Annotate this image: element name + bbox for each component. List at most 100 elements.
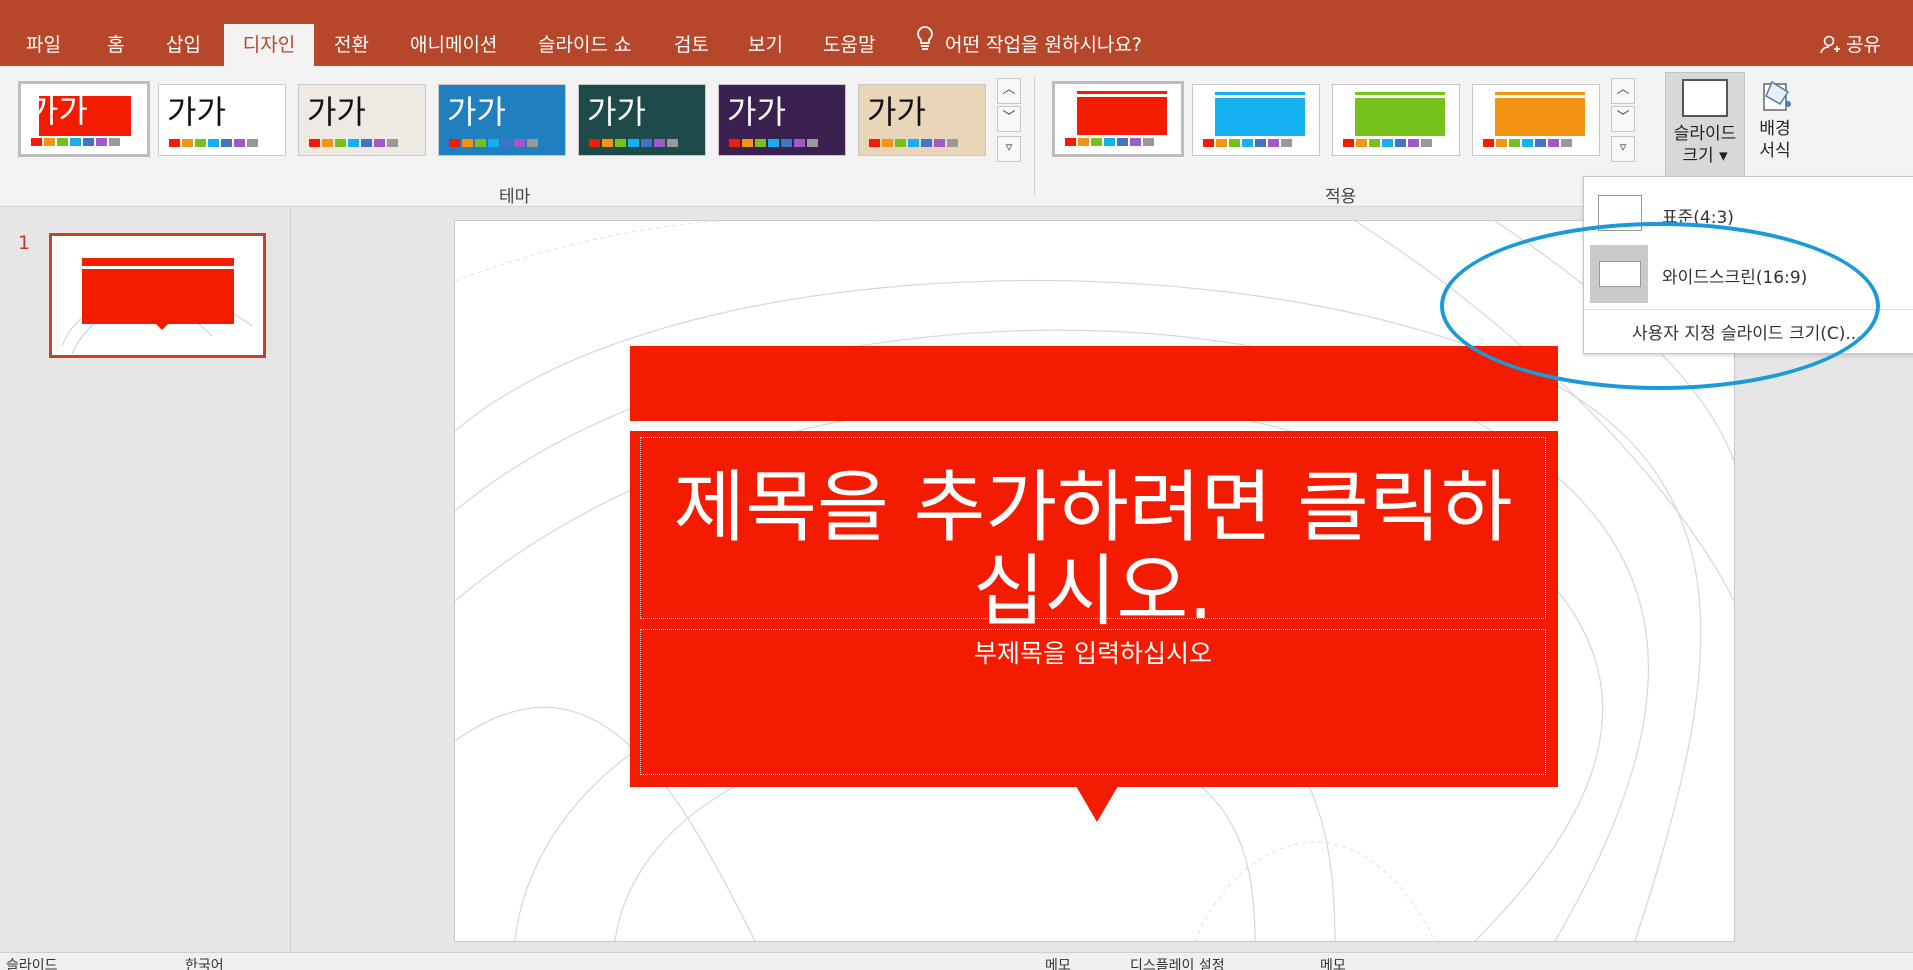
variant-accent-bar — [1077, 94, 1167, 135]
variant-accent-bar — [1215, 95, 1305, 136]
themes-scroll-up[interactable]: ︿ — [997, 78, 1021, 104]
theme-thumbnail-6[interactable]: 가가 — [718, 84, 846, 156]
variant-color-swatches — [1483, 139, 1572, 147]
theme-color-swatches — [729, 139, 818, 147]
slide-size-icon — [1682, 79, 1728, 117]
tab-view[interactable]: 보기 — [748, 24, 783, 66]
chevron-down-icon: ﹀ — [1002, 110, 1016, 125]
status-display-settings[interactable]: 디스플레이 설정 — [1130, 955, 1225, 970]
slide-size-dropdown: 표준(4:3) 와이드스크린(16:9) 사용자 지정 슬라이드 크기(C)..… — [1583, 176, 1913, 354]
chevron-down-icon: ﹀ — [1616, 110, 1630, 125]
chevron-up-icon: ︿ — [1002, 82, 1016, 97]
widescreen-preview-highlight — [1590, 245, 1648, 303]
tell-me-box[interactable]: 어떤 작업을 원하시나요? — [915, 24, 1142, 66]
theme-thumbnail-5[interactable]: 가가 — [578, 84, 706, 156]
theme-sample-text: 가가 — [727, 93, 786, 131]
status-language[interactable]: 한국어 — [185, 955, 224, 970]
theme-thumbnail-2[interactable]: 가가 — [158, 84, 286, 156]
share-button[interactable]: 공유 — [1820, 24, 1881, 66]
expand-gallery-icon: ▿ — [1619, 140, 1627, 155]
variants-scroll-up[interactable]: ︿ — [1611, 78, 1635, 104]
tab-animations[interactable]: 애니메이션 — [410, 24, 497, 66]
group-separator — [1034, 76, 1035, 196]
tell-me-text: 어떤 작업을 원하시나요? — [945, 34, 1142, 56]
theme-sample-text: 가가 — [307, 93, 366, 131]
tab-help[interactable]: 도움말 — [823, 24, 875, 66]
subtitle-text: 부제목을 입력하십시오 — [974, 639, 1212, 668]
tab-slideshow[interactable]: 슬라이드 쇼 — [538, 24, 631, 66]
theme-sample-text: 가가 — [447, 93, 506, 131]
status-slide-label: 슬라이드 — [6, 958, 58, 970]
variant-color-swatches — [1343, 139, 1432, 147]
dropdown-separator — [1584, 309, 1913, 310]
tab-home[interactable]: 홈 — [107, 24, 124, 66]
standard-label: 표준(4:3) — [1662, 208, 1734, 228]
standard-preview-icon — [1598, 195, 1642, 231]
format-background-button[interactable]: 배경 서식 — [1748, 72, 1802, 180]
variant-accent-bar — [1495, 95, 1585, 136]
theme-thumbnail-4[interactable]: 가가 — [438, 84, 566, 156]
title-line-2: 십시오. — [972, 547, 1214, 637]
theme-sample-text: 가가 — [29, 92, 88, 130]
title-line-1: 제목을 추가하려면 클릭하 — [673, 463, 1513, 553]
tab-design[interactable]: 디자인 — [224, 24, 314, 66]
variant-color-swatches — [1203, 139, 1292, 147]
title-block-pointer — [1076, 786, 1118, 822]
title-placeholder[interactable]: 제목을 추가하려면 클릭하 십시오. — [640, 437, 1546, 634]
background-label-line1: 배경 — [1759, 119, 1791, 139]
themes-more[interactable]: ▿ — [997, 136, 1021, 162]
variant-thumbnail-3[interactable] — [1332, 84, 1460, 156]
ribbon-tab-bar: 파일 홈 삽입 디자인 전환 애니메이션 슬라이드 쇼 검토 보기 도움말 어떤… — [0, 0, 1913, 66]
lightbulb-icon — [915, 24, 937, 66]
slide-size-label-line1: 슬라이드 — [1673, 124, 1737, 144]
slide-top-bar — [630, 346, 1558, 421]
tab-insert[interactable]: 삽입 — [166, 24, 201, 66]
person-icon — [1820, 34, 1846, 56]
theme-color-swatches — [309, 139, 398, 147]
tab-transitions[interactable]: 전환 — [334, 24, 369, 66]
theme-color-swatches — [31, 138, 120, 146]
theme-color-swatches — [869, 139, 958, 147]
theme-color-swatches — [169, 139, 258, 147]
variant-color-swatches — [1065, 138, 1154, 146]
theme-color-swatches — [449, 139, 538, 147]
themes-group-label: 테마 — [499, 187, 531, 207]
variant-thumbnail-4[interactable] — [1472, 84, 1600, 156]
tab-file[interactable]: 파일 — [26, 24, 61, 66]
variants-group-label: 적용 — [1325, 187, 1357, 207]
slide-size-label-line2: 크기 ▾ — [1682, 146, 1728, 166]
theme-sample-text: 가가 — [167, 93, 226, 131]
slide-thumbnails-pane: 1 — [0, 207, 291, 952]
slide-size-standard-option[interactable]: 표준(4:3) — [1588, 185, 1910, 243]
widescreen-preview-icon — [1599, 261, 1641, 287]
paint-bucket-icon — [1758, 78, 1792, 112]
chevron-up-icon: ︿ — [1616, 82, 1630, 97]
theme-thumbnail-7[interactable]: 가가 — [858, 84, 986, 156]
status-bar: 슬라이드 한국어 메모 디스플레이 설정 메모 — [0, 952, 1913, 970]
themes-scroll-down[interactable]: ﹀ — [997, 106, 1021, 132]
variants-scroll-down[interactable]: ﹀ — [1611, 106, 1635, 132]
status-notes[interactable]: 메모 — [1045, 955, 1071, 970]
subtitle-placeholder[interactable]: 부제목을 입력하십시오 — [640, 629, 1546, 775]
share-label: 공유 — [1846, 34, 1882, 56]
slide-size-widescreen-option[interactable]: 와이드스크린(16:9) — [1588, 245, 1910, 303]
slide-thumbnail[interactable] — [49, 233, 266, 358]
variants-more[interactable]: ▿ — [1611, 136, 1635, 162]
tab-review[interactable]: 검토 — [674, 24, 709, 66]
expand-gallery-icon: ▿ — [1005, 140, 1013, 155]
slide-canvas[interactable]: 제목을 추가하려면 클릭하 십시오. 부제목을 입력하십시오 — [454, 220, 1735, 942]
variant-thumbnail-1[interactable] — [1052, 81, 1184, 157]
theme-sample-text: 가가 — [587, 93, 646, 131]
widescreen-label: 와이드스크린(16:9) — [1662, 268, 1808, 288]
background-label-line2: 서식 — [1759, 141, 1791, 161]
variant-accent-bar — [1355, 95, 1445, 136]
variant-thumbnail-2[interactable] — [1192, 84, 1320, 156]
theme-thumbnail-3[interactable]: 가가 — [298, 84, 426, 156]
slide-size-button[interactable]: 슬라이드 크기 ▾ — [1665, 72, 1745, 182]
theme-thumbnail-1[interactable]: 가가 — [18, 81, 150, 157]
slide-number: 1 — [18, 232, 31, 254]
theme-color-swatches — [589, 139, 678, 147]
custom-slide-size-option[interactable]: 사용자 지정 슬라이드 크기(C)... — [1632, 319, 1862, 344]
status-comments[interactable]: 메모 — [1320, 955, 1346, 970]
title-block: 제목을 추가하려면 클릭하 십시오. 부제목을 입력하십시오 — [630, 431, 1558, 787]
